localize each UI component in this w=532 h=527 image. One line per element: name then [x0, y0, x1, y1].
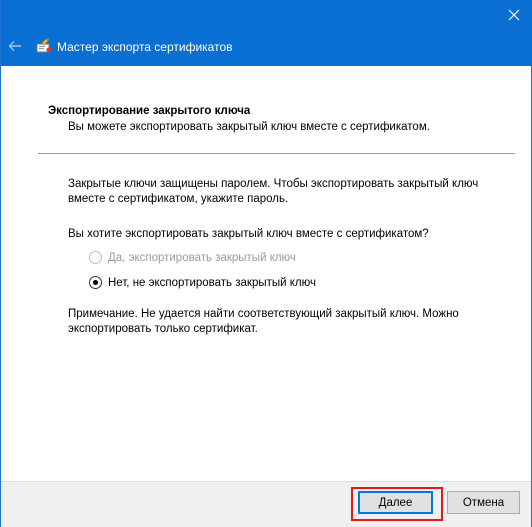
password-info-text: Закрытые ключи защищены паролем. Чтобы э…	[68, 178, 479, 205]
export-question: Вы хотите экспортировать закрытый ключ в…	[68, 228, 429, 240]
radio-export-yes: Да, экспортировать закрытый ключ	[89, 251, 296, 264]
radio-button-no[interactable]	[89, 276, 102, 289]
radio-label-no[interactable]: Нет, не экспортировать закрытый ключ	[108, 277, 316, 289]
header-divider	[38, 153, 515, 154]
next-button[interactable]: Далее	[358, 491, 433, 514]
radio-button-yes	[89, 251, 102, 264]
radio-label-yes: Да, экспортировать закрытый ключ	[108, 251, 296, 264]
page-title: Экспортирование закрытого ключа	[48, 105, 251, 117]
cancel-button[interactable]: Отмена	[447, 491, 520, 514]
certificate-export-wizard-window: Мастер экспорта сертификатов Экспортиров…	[0, 0, 532, 527]
page-subtitle: Вы можете экспортировать закрытый ключ в…	[68, 121, 430, 133]
window-title: Мастер экспорта сертификатов	[57, 40, 233, 54]
note-text: Примечание. Не удается найти соответству…	[68, 308, 459, 335]
radio-export-no[interactable]: Нет, не экспортировать закрытый ключ	[89, 276, 316, 289]
certificate-wizard-icon	[36, 38, 52, 53]
close-button[interactable]	[499, 0, 529, 30]
back-arrow-icon[interactable]	[7, 38, 23, 54]
close-icon	[508, 9, 520, 21]
title-bar: Мастер экспорта сертификатов	[1, 0, 532, 66]
